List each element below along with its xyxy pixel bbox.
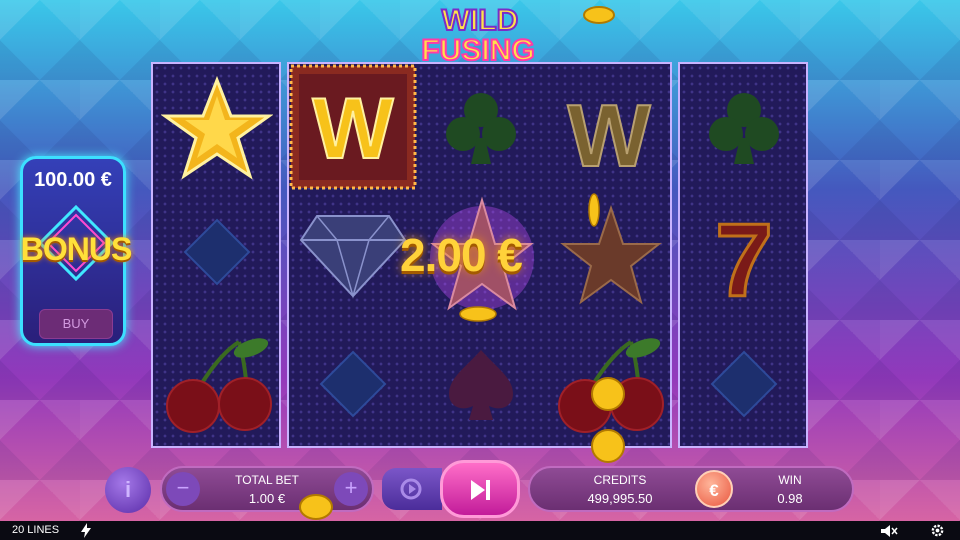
credits-win-panel: CREDITS 499,995.50 € WIN 0.98: [528, 466, 854, 512]
seven-glyph: 7: [715, 203, 773, 306]
bonus-buy-panel: 100.00 € BONUS BUY: [20, 156, 132, 346]
bonus-price: 100.00 €: [34, 169, 112, 191]
wild-symbol-dim-icon: W: [566, 85, 651, 178]
spade-icon: [449, 350, 513, 420]
coin-icon: [299, 494, 333, 520]
autoplay-button[interactable]: [382, 468, 442, 510]
line-win-amount: 2.00 €: [400, 229, 523, 281]
club-icon: [709, 93, 779, 164]
diamond-suit-icon: [319, 350, 387, 418]
bonus-label: BONUS: [20, 231, 133, 267]
currency-toggle-button[interactable]: €: [695, 470, 733, 508]
gem-diamond-icon: [299, 215, 407, 299]
status-bar: 20 LINES: [0, 521, 960, 540]
control-bar: i − TOTAL BET 1.00 € + CREDITS 499,995.5…: [0, 460, 960, 520]
coin-icon: [591, 429, 625, 463]
wild-letter: W: [567, 86, 650, 178]
wild-letter: W: [312, 81, 394, 177]
win-label: WIN: [778, 473, 802, 487]
wild-symbol-icon: W: [289, 64, 417, 190]
reel-5: 7: [678, 62, 808, 448]
star-dim-icon: [560, 204, 662, 305]
coin-icon: [591, 377, 625, 411]
play-skip-icon: [471, 480, 490, 500]
turbo-bolt-icon[interactable]: [80, 523, 92, 538]
bet-increase-button[interactable]: +: [334, 472, 368, 506]
spin-button[interactable]: [440, 460, 520, 518]
game-logo: WILD FUSING: [420, 3, 535, 66]
autoplay-icon: [400, 478, 422, 500]
seven-icon: 7: [714, 202, 775, 306]
gear-icon[interactable]: [930, 523, 945, 538]
diamond-suit-icon: [710, 350, 778, 418]
win-value: 0.98: [777, 491, 803, 506]
logo-line1: WILD: [442, 4, 519, 37]
buy-bonus-button[interactable]: BUY: [39, 309, 113, 339]
credits-label: CREDITS: [593, 473, 647, 487]
paylines-count: 20 LINES: [12, 524, 60, 536]
star-symbol-icon: [161, 76, 273, 180]
total-bet-panel: − TOTAL BET 1.00 € +: [160, 466, 374, 512]
coin-icon: [583, 6, 615, 24]
club-icon: [446, 93, 516, 164]
diamond-suit-icon: [183, 218, 251, 286]
coin-icon: [459, 306, 497, 322]
reel-1: [151, 62, 281, 448]
credits-value: 499,995.50: [587, 491, 653, 506]
coin-icon: [588, 193, 600, 227]
info-button[interactable]: i: [105, 467, 151, 513]
cherries-icon: [166, 338, 272, 433]
sound-muted-icon[interactable]: [880, 524, 898, 538]
